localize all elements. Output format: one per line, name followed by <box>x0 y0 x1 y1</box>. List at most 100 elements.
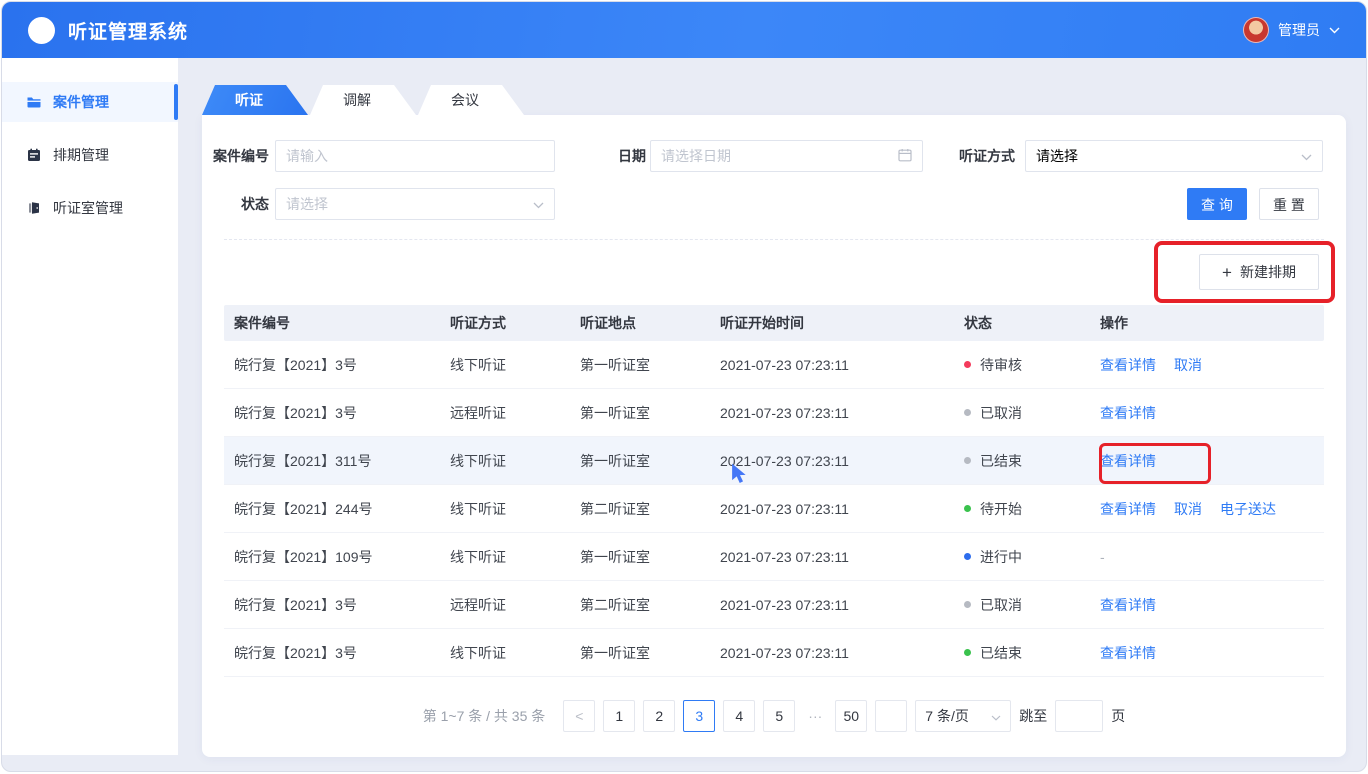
cell-method: 远程听证 <box>450 403 580 423</box>
page-button-4[interactable]: 4 <box>723 700 755 732</box>
cell-actions: 查看详情 <box>1100 595 1324 615</box>
view-detail-link[interactable]: 查看详情 <box>1100 355 1156 375</box>
cell-method: 线下听证 <box>450 451 580 471</box>
table-row-highlighted: 皖行复【2021】311号 线下听证 第一听证室 2021-07-23 07:2… <box>224 437 1324 485</box>
cell-actions: 查看详情 <box>1100 451 1324 471</box>
page-ellipsis[interactable]: ··· <box>803 708 827 724</box>
cell-status: 已结束 <box>964 643 1100 663</box>
tab-meeting[interactable]: 会议 <box>418 85 524 115</box>
cell-method: 远程听证 <box>450 595 580 615</box>
content-tabs: 听证 调解 会议 <box>202 85 526 115</box>
status-text: 进行中 <box>980 547 1022 567</box>
table-row: 皖行复【2021】3号 线下听证 第一听证室 2021-07-23 07:23:… <box>224 629 1324 677</box>
sidebar-item-hearing-room-management[interactable]: 听证室管理 <box>2 188 178 228</box>
table-header-row: 案件编号 听证方式 听证地点 听证开始时间 状态 操作 <box>224 305 1324 341</box>
status-dot <box>964 649 971 656</box>
room-icon <box>26 200 42 216</box>
view-detail-link[interactable]: 查看详情 <box>1100 595 1156 615</box>
cell-actions: 查看详情取消电子送达 <box>1100 499 1324 519</box>
cell-location: 第一听证室 <box>580 451 720 471</box>
next-page-button[interactable] <box>875 700 907 732</box>
cell-case-no: 皖行复【2021】3号 <box>224 355 450 375</box>
status-text: 待开始 <box>980 499 1022 519</box>
user-avatar[interactable] <box>1243 17 1269 43</box>
user-name: 管理员 <box>1278 20 1320 40</box>
cell-start-time: 2021-07-23 07:23:11 <box>720 501 964 517</box>
pagination: 第 1~7 条 / 共 35 条 < 1 2 3 4 5 ··· 50 7 条/… <box>202 700 1346 732</box>
cell-actions: 查看详情 <box>1100 643 1324 663</box>
prev-page-button[interactable]: < <box>563 700 595 732</box>
cancel-link[interactable]: 取消 <box>1174 355 1202 375</box>
page-size-value: 7 条/页 <box>925 706 969 726</box>
app-title: 听证管理系统 <box>68 17 188 44</box>
chevron-down-icon <box>991 708 1001 724</box>
col-header-start-time: 听证开始时间 <box>720 313 964 333</box>
hearing-table: 案件编号 听证方式 听证地点 听证开始时间 状态 操作 皖行复【2021】3号 … <box>224 305 1324 677</box>
cell-location: 第一听证室 <box>580 547 720 567</box>
page-button-5[interactable]: 5 <box>763 700 795 732</box>
jump-to-input[interactable] <box>1055 700 1103 732</box>
cell-case-no: 皖行复【2021】109号 <box>224 547 450 567</box>
view-detail-link[interactable]: 查看详情 <box>1100 499 1156 519</box>
cell-location: 第二听证室 <box>580 595 720 615</box>
new-schedule-button[interactable]: + 新建排期 <box>1199 254 1319 290</box>
search-button[interactable]: 查 询 <box>1187 188 1247 220</box>
cell-status: 已取消 <box>964 403 1100 423</box>
top-bar: 听证管理系统 管理员 <box>2 2 1366 58</box>
status-text: 已结束 <box>980 451 1022 471</box>
electronic-delivery-link[interactable]: 电子送达 <box>1220 499 1276 519</box>
pagination-summary: 第 1~7 条 / 共 35 条 <box>423 706 546 726</box>
status-dot <box>964 553 971 560</box>
status-dot <box>964 361 971 368</box>
sidebar-item-case-management[interactable]: 案件管理 <box>2 82 178 122</box>
cell-start-time: 2021-07-23 07:23:11 <box>720 357 964 373</box>
date-placeholder: 请选择日期 <box>661 146 898 166</box>
cell-actions: 查看详情取消 <box>1100 355 1324 375</box>
page-size-select[interactable]: 7 条/页 <box>915 700 1011 732</box>
cell-status: 待审核 <box>964 355 1100 375</box>
status-dot <box>964 601 971 608</box>
plus-icon: + <box>1222 264 1232 281</box>
col-header-method: 听证方式 <box>450 313 580 333</box>
page-button-1[interactable]: 1 <box>603 700 635 732</box>
page-button-3-active[interactable]: 3 <box>683 700 715 732</box>
view-detail-link[interactable]: 查看详情 <box>1100 403 1156 423</box>
sidebar-item-schedule-management[interactable]: 排期管理 <box>2 135 178 175</box>
cell-actions: - <box>1100 549 1324 565</box>
cell-start-time: 2021-07-23 07:23:11 <box>720 405 964 421</box>
cell-method: 线下听证 <box>450 355 580 375</box>
status-text: 已取消 <box>980 403 1022 423</box>
cancel-link[interactable]: 取消 <box>1174 499 1202 519</box>
date-picker[interactable]: 请选择日期 <box>650 140 923 172</box>
cell-location: 第一听证室 <box>580 355 720 375</box>
page-unit-label: 页 <box>1111 706 1125 726</box>
reset-button[interactable]: 重 置 <box>1259 188 1319 220</box>
cell-location: 第一听证室 <box>580 643 720 663</box>
col-header-location: 听证地点 <box>580 313 720 333</box>
status-select-placeholder: 请选择 <box>286 194 533 214</box>
cell-case-no: 皖行复【2021】3号 <box>224 643 450 663</box>
view-detail-link[interactable]: 查看详情 <box>1100 643 1156 663</box>
status-select[interactable]: 请选择 <box>275 188 555 220</box>
cell-status: 已取消 <box>964 595 1100 615</box>
view-detail-link[interactable]: 查看详情 <box>1100 451 1156 471</box>
chevron-down-icon[interactable] <box>1329 27 1340 34</box>
status-dot <box>964 457 971 464</box>
cell-status: 待开始 <box>964 499 1100 519</box>
user-menu[interactable]: 管理员 <box>1243 17 1340 43</box>
tab-hearing[interactable]: 听证 <box>202 85 308 115</box>
main-panel: 案件编号 日期 请选择日期 听证方式 请选择 状态 请选择 查 询 重 置 <box>202 115 1346 757</box>
cell-method: 线下听证 <box>450 499 580 519</box>
method-select[interactable]: 请选择 <box>1025 140 1323 172</box>
mouse-cursor-icon <box>731 463 749 489</box>
page-button-50[interactable]: 50 <box>835 700 867 732</box>
cell-start-time: 2021-07-23 07:23:11 <box>720 645 964 661</box>
table-row: 皖行复【2021】3号 远程听证 第二听证室 2021-07-23 07:23:… <box>224 581 1324 629</box>
method-select-value: 请选择 <box>1036 146 1301 166</box>
method-label: 听证方式 <box>950 140 1015 172</box>
tab-mediation[interactable]: 调解 <box>310 85 416 115</box>
status-text: 待审核 <box>980 355 1022 375</box>
page-button-2[interactable]: 2 <box>643 700 675 732</box>
case-no-input[interactable] <box>275 140 555 172</box>
cell-location: 第一听证室 <box>580 403 720 423</box>
